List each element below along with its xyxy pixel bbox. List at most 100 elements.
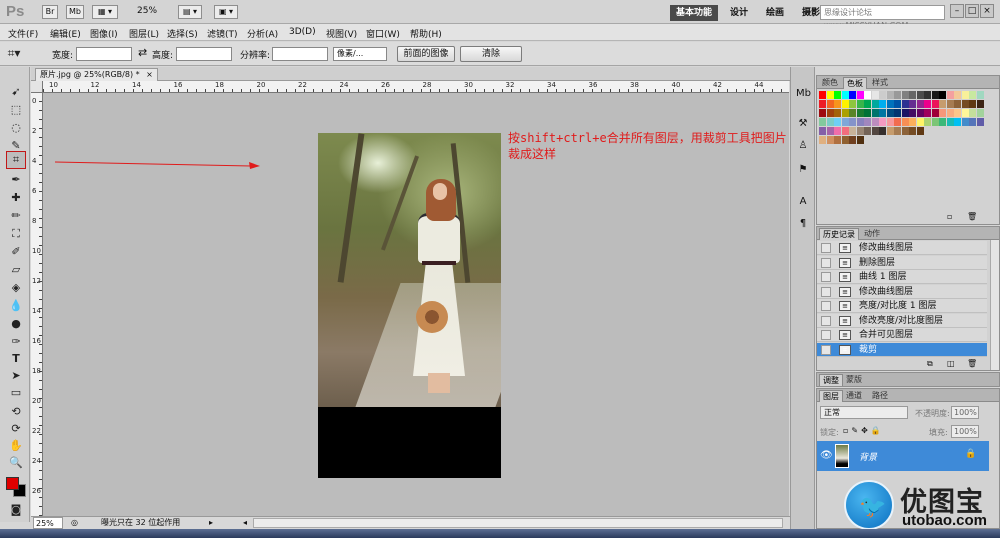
color-swatch[interactable] [879,91,886,99]
front-image-button[interactable]: 前面的图像 [397,46,455,62]
color-swatch[interactable] [864,118,871,126]
color-swatch[interactable] [849,100,856,108]
delete-swatch-icon[interactable]: 🗑 [967,212,977,221]
lock-icons[interactable]: ▫✎✥🔒 [843,426,884,435]
tab-color[interactable]: 颜色 [819,77,841,89]
color-swatch[interactable] [939,109,946,117]
brush-panel-icon[interactable]: ⚒ [796,117,810,131]
path-selection-tool-icon[interactable]: ➤ [8,369,24,383]
document-image[interactable] [318,133,501,407]
ruler-origin[interactable] [31,81,43,93]
history-item[interactable]: ≡ 亮度/对比度 1 图层 [817,299,987,313]
menu-3d[interactable]: 3D(D) [289,27,316,37]
menu-view[interactable]: 视图(V) [326,27,357,40]
color-swatch[interactable] [834,100,841,108]
type-tool-icon[interactable]: T [8,352,24,366]
close-button[interactable]: × [980,4,994,18]
color-swatch[interactable] [931,91,939,99]
history-item[interactable]: ≡ 合并可见图层 [817,328,987,342]
color-swatch[interactable] [841,109,849,117]
color-swatch[interactable] [909,109,916,117]
color-swatch[interactable] [946,91,954,99]
color-swatch[interactable] [976,91,984,99]
color-swatch[interactable] [924,109,931,117]
foreground-color-swatch[interactable] [6,477,19,490]
menu-edit[interactable]: 编辑(E) [50,27,81,40]
color-swatch[interactable] [826,100,834,108]
tab-actions[interactable]: 动作 [861,228,883,240]
history-scrollbar[interactable] [990,240,999,370]
color-swatch[interactable] [894,118,901,126]
menu-help[interactable]: 帮助(H) [410,27,442,40]
zoom-tool-icon[interactable]: 🔍 [8,456,24,470]
maximize-button[interactable]: □ [965,4,979,18]
crop-tool-icon[interactable]: ⌗ [6,151,26,169]
pen-tool-icon[interactable]: ✑ [8,335,24,349]
history-brush-tool-icon[interactable]: ✐ [8,245,24,259]
opacity-input[interactable]: 100% [951,406,979,419]
marquee-tool-icon[interactable]: ⬚ [8,103,24,117]
color-swatch[interactable] [931,109,939,117]
color-swatch[interactable] [916,118,924,126]
clone-stamp-tool-icon[interactable]: ⛶ [8,227,24,241]
color-swatch[interactable] [901,109,909,117]
horizontal-scrollbar[interactable] [253,518,783,528]
color-swatch[interactable] [871,100,879,108]
menu-layer[interactable]: 图层(L) [129,27,159,40]
menu-file[interactable]: 文件(F) [8,27,38,40]
move-tool-icon[interactable]: ➹ [8,85,24,99]
screen-mode-button[interactable]: ▣ ▾ [214,5,238,19]
color-swatch[interactable] [849,109,856,117]
tab-channels[interactable]: 通道 [843,390,865,402]
tab-swatches[interactable]: 色板 [843,77,867,89]
color-swatch[interactable] [886,118,894,126]
color-swatch[interactable] [946,118,954,126]
color-swatch[interactable] [961,118,969,126]
height-input[interactable] [176,47,232,61]
color-swatch[interactable] [856,91,864,99]
document-tab[interactable]: 原片.jpg @ 25%(RGB/8) * × [35,68,158,81]
color-swatch[interactable] [826,91,834,99]
resolution-unit-select[interactable]: 像素/... [333,47,387,61]
zoom-select[interactable]: 25% [137,6,157,16]
scroll-left-icon[interactable]: ◂ [243,517,247,529]
color-swatch[interactable] [849,136,856,144]
swap-icon[interactable]: ⇄ [138,46,147,59]
bridge-button[interactable]: Br [42,5,58,19]
color-swatch[interactable] [939,118,946,126]
color-swatch[interactable] [916,91,924,99]
history-item[interactable]: ⌗ 裁剪 [817,342,987,357]
color-swatch[interactable] [834,91,841,99]
color-swatch[interactable] [916,109,924,117]
workspace-essentials[interactable]: 基本功能 [670,5,719,21]
color-swatch[interactable] [939,100,946,108]
color-swatch[interactable] [841,118,849,126]
color-swatch[interactable] [864,100,871,108]
mini-bridge-panel-icon[interactable]: Mb [796,87,811,101]
color-swatch[interactable] [916,100,924,108]
color-swatch[interactable] [879,127,886,135]
eyedropper-tool-icon[interactable]: ✒ [8,173,24,187]
history-brush-source-checkbox[interactable] [821,330,831,340]
tab-layers[interactable]: 图层 [819,390,843,402]
color-swatch[interactable] [871,91,879,99]
tab-paths[interactable]: 路径 [869,390,891,402]
color-swatch[interactable] [969,118,976,126]
color-swatch[interactable] [864,127,871,135]
color-swatch[interactable] [909,127,916,135]
menu-analysis[interactable]: 分析(A) [247,27,278,40]
color-swatch[interactable] [856,118,864,126]
color-swatch[interactable] [834,118,841,126]
color-swatch[interactable] [894,127,901,135]
color-swatch[interactable] [901,100,909,108]
color-swatch[interactable] [901,127,909,135]
color-swatch[interactable] [819,136,826,144]
character-panel-icon[interactable]: A [796,195,810,209]
hand-tool-icon[interactable]: ✋ [8,439,24,453]
color-swatch[interactable] [849,91,856,99]
color-swatch[interactable] [924,118,931,126]
color-swatch[interactable] [969,109,976,117]
workspace-design[interactable]: 设计 [724,5,754,21]
color-swatch[interactable] [849,118,856,126]
color-swatch[interactable] [976,109,984,117]
